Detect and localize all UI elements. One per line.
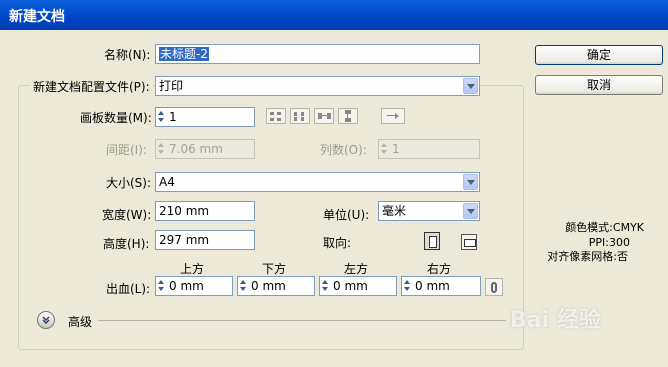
spacing-stepper[interactable]: 7.06 mm <box>155 139 255 159</box>
profile-value: 打印 <box>159 79 184 93</box>
width-label: 宽度(W): <box>102 208 152 222</box>
bleed-left-label: 左方 <box>344 262 369 276</box>
grid-by-row-icon[interactable] <box>266 108 286 124</box>
stepper-arrows-icon <box>157 140 166 158</box>
bleed-right-stepper[interactable]: 0 mm <box>401 276 481 296</box>
title-bar: 新建文档 <box>0 0 668 31</box>
profile-label: 新建文档配置文件(P): <box>30 78 153 95</box>
name-label: 名称(N): <box>104 48 151 62</box>
bleed-label: 出血(L): <box>106 282 151 296</box>
height-input[interactable]: 297 mm <box>155 230 255 250</box>
bleed-top-stepper[interactable]: 0 mm <box>155 276 233 296</box>
width-value: 210 mm <box>159 204 210 218</box>
landscape-icon[interactable] <box>461 234 477 250</box>
dialog-body: 名称(N): 未标题-2 确定 取消 新建文档配置文件(P): 打印 画板数量(… <box>0 30 668 367</box>
stepper-arrows-icon[interactable] <box>403 277 412 295</box>
artboards-label: 画板数量(M): <box>80 111 152 125</box>
size-value: A4 <box>159 175 175 189</box>
bleed-left-value: 0 mm <box>333 279 368 293</box>
unit-select[interactable]: 毫米 <box>378 201 480 221</box>
unit-label: 单位(U): <box>323 208 370 222</box>
stepper-arrows-icon[interactable] <box>321 277 330 295</box>
width-input[interactable]: 210 mm <box>155 201 255 221</box>
height-label: 高度(H): <box>103 237 150 251</box>
bleed-right-label: 右方 <box>427 262 452 276</box>
advanced-divider <box>98 320 506 321</box>
ok-button[interactable]: 确定 <box>535 45 663 65</box>
bleed-top-label: 上方 <box>180 262 205 276</box>
size-select[interactable]: A4 <box>155 172 480 192</box>
stepper-arrows-icon[interactable] <box>157 277 166 295</box>
name-value: 未标题-2 <box>159 47 209 61</box>
ppi-info: PPI:300 <box>588 236 630 249</box>
height-value: 297 mm <box>159 233 210 247</box>
unit-value: 毫米 <box>382 204 407 218</box>
stepper-arrows-icon[interactable] <box>157 108 166 126</box>
window-title: 新建文档 <box>9 9 65 25</box>
size-label: 大小(S): <box>106 176 152 190</box>
advanced-label[interactable]: 高级 <box>68 313 92 330</box>
chevron-down-icon[interactable] <box>463 174 478 190</box>
watermark: Bai 经验 <box>510 308 601 333</box>
bleed-right-value: 0 mm <box>415 279 450 293</box>
pixel-grid-info: 对齐像素网格:否 <box>547 250 628 263</box>
chevron-down-icon[interactable] <box>463 78 478 94</box>
bleed-bottom-value: 0 mm <box>251 279 286 293</box>
stepper-arrows-icon <box>380 140 389 158</box>
bleed-top-value: 0 mm <box>169 279 204 293</box>
name-input[interactable]: 未标题-2 <box>155 44 480 64</box>
columns-stepper[interactable]: 1 <box>378 139 480 159</box>
artboards-stepper[interactable]: 1 <box>155 107 255 127</box>
columns-value: 1 <box>392 142 400 156</box>
spacing-label: 间距(I): <box>106 143 147 157</box>
right-to-left-icon[interactable] <box>381 108 405 124</box>
grid-by-column-icon[interactable] <box>290 108 310 124</box>
bleed-left-stepper[interactable]: 0 mm <box>319 276 397 296</box>
spacing-value: 7.06 mm <box>169 142 223 156</box>
bleed-bottom-stepper[interactable]: 0 mm <box>237 276 315 296</box>
artboards-value: 1 <box>169 110 177 124</box>
stepper-arrows-icon[interactable] <box>239 277 248 295</box>
expand-icon[interactable] <box>37 311 55 329</box>
link-icon[interactable] <box>485 278 503 296</box>
columns-label: 列数(O): <box>320 143 367 157</box>
arrange-by-column-icon[interactable] <box>338 108 358 124</box>
color-mode-info: 颜色模式:CMYK <box>565 221 644 234</box>
chevron-down-icon[interactable] <box>463 203 478 219</box>
portrait-icon[interactable] <box>424 232 440 250</box>
cancel-button[interactable]: 取消 <box>535 75 663 95</box>
arrange-by-row-icon[interactable] <box>314 108 334 124</box>
profile-select[interactable]: 打印 <box>155 76 480 96</box>
orientation-label: 取向: <box>323 236 352 250</box>
bleed-bottom-label: 下方 <box>262 262 287 276</box>
